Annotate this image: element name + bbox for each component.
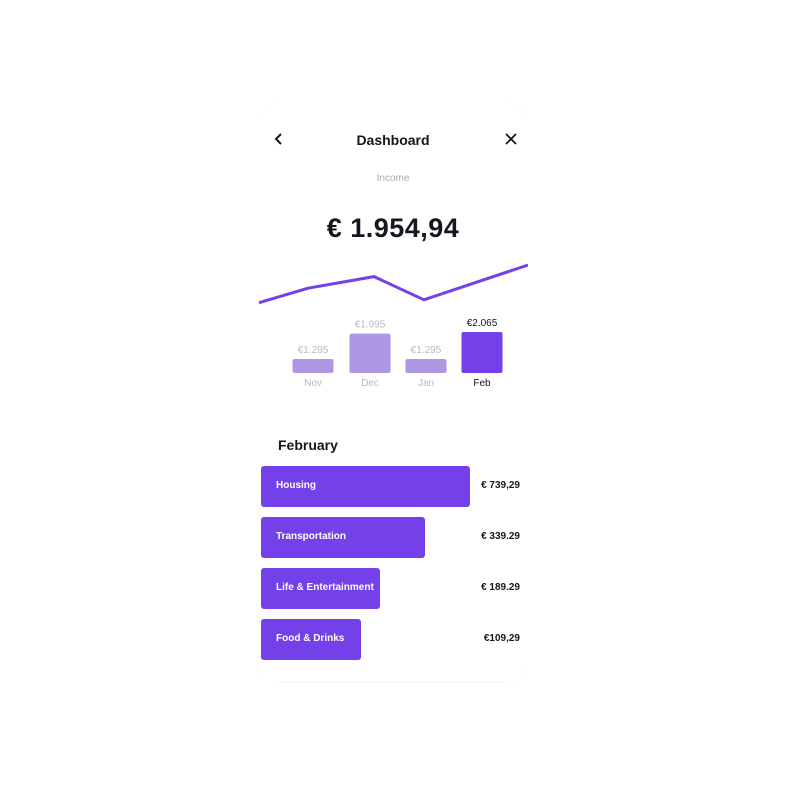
bar-dec[interactable] bbox=[349, 333, 391, 373]
category-bar[interactable]: Life & Entertainment bbox=[261, 568, 380, 609]
income-chart: €1.295 Nov €1.995 Dec €1.295 Jan €2.065 Feb bbox=[258, 263, 528, 389]
category-row: Housing € 739,29 bbox=[261, 466, 525, 507]
category-bar[interactable]: Housing bbox=[261, 466, 470, 507]
category-label: Life & Entertainment bbox=[276, 582, 374, 593]
month-label: Nov bbox=[304, 378, 322, 389]
category-row: Transportation € 339.29 bbox=[261, 517, 525, 558]
category-row: Food & Drinks €109,29 bbox=[261, 619, 525, 660]
income-label: Income bbox=[376, 173, 410, 184]
category-bar[interactable]: Food & Drinks bbox=[261, 619, 361, 660]
dashboard-card: Dashboard Income € 1.954,94 €1.295 Nov €1.… bbox=[258, 103, 528, 683]
bar-nov[interactable] bbox=[292, 359, 334, 373]
category-label: Food & Drinks bbox=[276, 633, 345, 644]
month-label: Dec bbox=[361, 378, 379, 389]
section-title: February bbox=[278, 437, 338, 453]
income-amount: € 1.954,94 bbox=[326, 213, 460, 243]
header: Dashboard bbox=[258, 103, 528, 178]
bar-feb[interactable] bbox=[461, 332, 503, 373]
bar-value-label: €1.295 bbox=[411, 345, 442, 356]
divider bbox=[280, 682, 506, 683]
close-icon[interactable] bbox=[504, 132, 518, 146]
bar-jan[interactable] bbox=[405, 359, 447, 373]
category-value: € 339.29 bbox=[481, 531, 520, 542]
bar-value-label: €1.995 bbox=[355, 320, 386, 331]
bar-value-label: €1.295 bbox=[298, 345, 329, 356]
category-label: Transportation bbox=[276, 531, 347, 542]
month-label: Jan bbox=[418, 378, 434, 389]
month-label: Feb bbox=[473, 378, 491, 389]
category-value: €109,29 bbox=[483, 633, 520, 644]
trend-line bbox=[258, 263, 528, 305]
category-bar[interactable]: Transportation bbox=[261, 517, 425, 558]
category-value: € 189.29 bbox=[481, 582, 520, 593]
bar-value-label: €2.065 bbox=[467, 318, 498, 329]
page-title: Dashboard bbox=[356, 132, 430, 148]
category-value: € 739,29 bbox=[481, 480, 520, 491]
category-label: Housing bbox=[276, 480, 316, 491]
category-row: Life & Entertainment € 189.29 bbox=[261, 568, 525, 609]
